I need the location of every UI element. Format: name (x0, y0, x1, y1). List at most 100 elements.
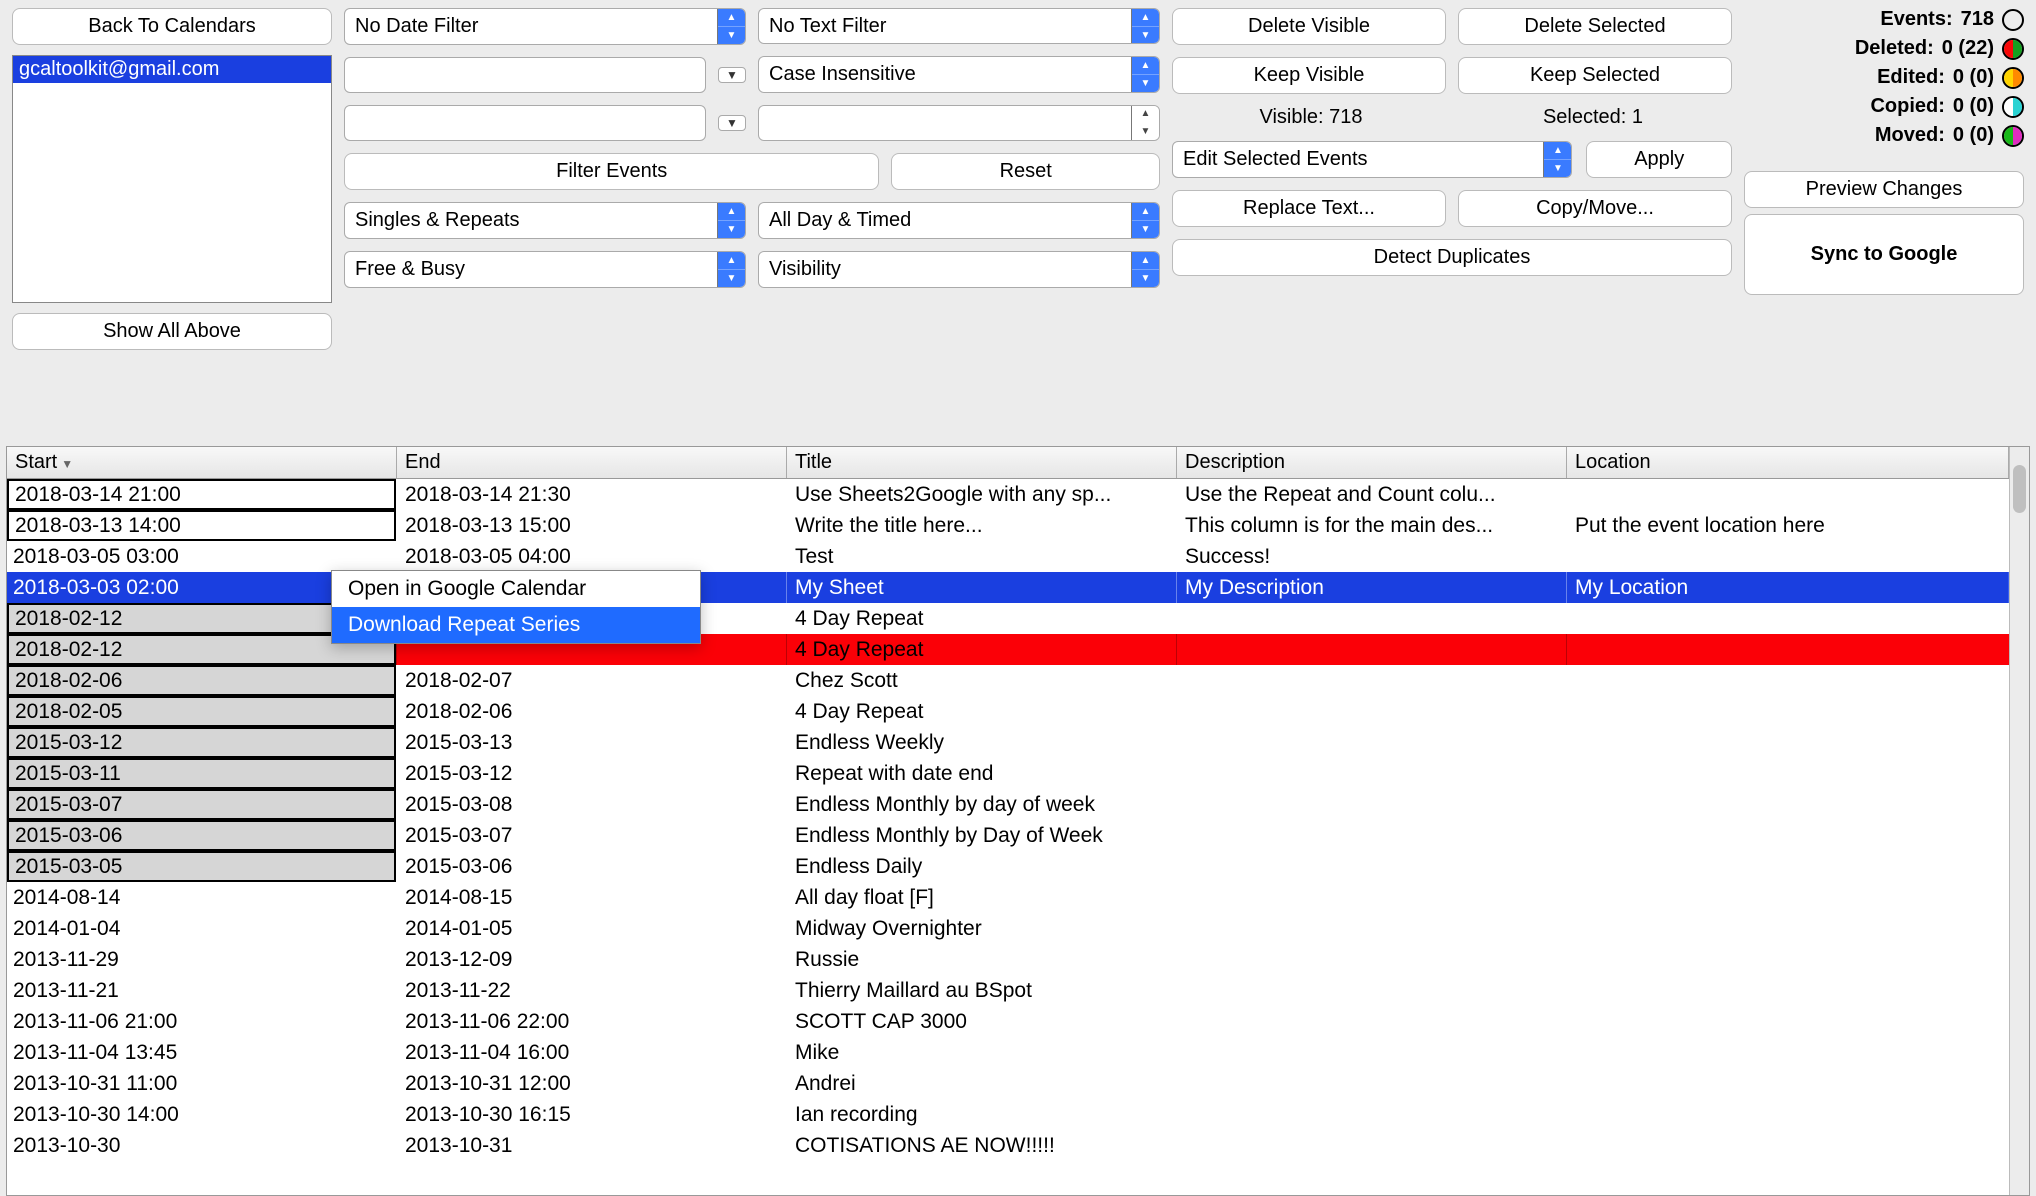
cell-start[interactable]: 2018-03-14 21:00 (7, 479, 397, 510)
cell-end[interactable]: 2018-03-05 04:00 (397, 541, 787, 572)
delete-visible-button[interactable]: Delete Visible (1172, 8, 1446, 45)
cell-description[interactable] (1177, 820, 1567, 851)
date-from-input[interactable] (344, 57, 706, 93)
cell-end[interactable]: 2015-03-07 (397, 820, 787, 851)
cell-title[interactable]: Andrei (787, 1068, 1177, 1099)
cell-location[interactable] (1567, 634, 2009, 665)
cell-location[interactable] (1567, 1099, 2009, 1130)
cell-start[interactable]: 2015-03-06 (7, 820, 397, 851)
cell-description[interactable] (1177, 851, 1567, 882)
cell-title[interactable]: Ian recording (787, 1099, 1177, 1130)
cell-start[interactable]: 2015-03-05 (7, 851, 397, 882)
table-row[interactable]: 2018-03-14 21:002018-03-14 21:30Use Shee… (7, 479, 2009, 510)
table-row[interactable]: 2014-08-142014-08-15All day float [F] (7, 882, 2009, 913)
cell-end[interactable]: 2018-02-06 (397, 696, 787, 727)
cell-title[interactable]: All day float [F] (787, 882, 1177, 913)
cell-title[interactable]: 4 Day Repeat (787, 603, 1177, 634)
cell-location[interactable] (1567, 541, 2009, 572)
cell-title[interactable]: 4 Day Repeat (787, 634, 1177, 665)
cell-location[interactable] (1567, 696, 2009, 727)
cell-start[interactable]: 2013-10-30 (7, 1130, 397, 1161)
table-row[interactable]: 2013-11-212013-11-22Thierry Maillard au … (7, 975, 2009, 1006)
cell-title[interactable]: Mike (787, 1037, 1177, 1068)
cell-location[interactable] (1567, 975, 2009, 1006)
table-row[interactable]: 2018-02-124 Day Repeat (7, 634, 2009, 665)
cell-title[interactable]: Chez Scott (787, 665, 1177, 696)
cell-title[interactable]: Endless Weekly (787, 727, 1177, 758)
cell-title[interactable]: Repeat with date end (787, 758, 1177, 789)
cell-location[interactable] (1567, 603, 2009, 634)
col-header-title[interactable]: Title (787, 447, 1177, 478)
cell-location[interactable] (1567, 479, 2009, 510)
cell-title[interactable]: Use Sheets2Google with any sp... (787, 479, 1177, 510)
back-to-calendars-button[interactable]: Back To Calendars (12, 8, 332, 45)
dropdown-arrow-icon[interactable]: ▲▼ (1131, 203, 1159, 238)
cell-start[interactable]: 2018-03-13 14:00 (7, 510, 397, 541)
cell-start[interactable]: 2013-11-21 (7, 975, 397, 1006)
cell-end[interactable]: 2014-01-05 (397, 913, 787, 944)
cell-end[interactable]: 2013-10-31 (397, 1130, 787, 1161)
table-row[interactable]: 2013-11-292013-12-09Russie (7, 944, 2009, 975)
dropdown-arrow-icon[interactable]: ▲▼ (1131, 9, 1159, 43)
table-row[interactable]: 2015-03-052015-03-06Endless Daily (7, 851, 2009, 882)
cell-title[interactable]: Test (787, 541, 1177, 572)
dropdown-arrow-icon[interactable]: ▲▼ (717, 252, 745, 287)
allday-timed-select[interactable]: All Day & Timed ▲▼ (758, 202, 1160, 239)
cell-description[interactable]: My Description (1177, 572, 1567, 603)
date-filter-select[interactable]: No Date Filter ▲▼ (344, 8, 746, 45)
cell-title[interactable]: Endless Monthly by Day of Week (787, 820, 1177, 851)
cell-start[interactable]: 2015-03-07 (7, 789, 397, 820)
cell-description[interactable] (1177, 1130, 1567, 1161)
cell-location[interactable] (1567, 1006, 2009, 1037)
cell-end[interactable]: 2013-10-30 16:15 (397, 1099, 787, 1130)
ctx-download-repeat-series[interactable]: Download Repeat Series (332, 607, 700, 643)
cell-location[interactable] (1567, 758, 2009, 789)
dropdown-arrow-icon[interactable]: ▼ (718, 115, 746, 131)
cell-end[interactable]: 2015-03-08 (397, 789, 787, 820)
cell-end[interactable]: 2015-03-12 (397, 758, 787, 789)
cell-start[interactable]: 2013-11-06 21:00 (7, 1006, 397, 1037)
col-header-start[interactable]: Start▼ (7, 447, 397, 478)
cell-description[interactable] (1177, 727, 1567, 758)
cell-description[interactable] (1177, 1006, 1567, 1037)
calendar-list-item[interactable]: gcaltoolkit@gmail.com (13, 56, 331, 83)
cell-location[interactable] (1567, 851, 2009, 882)
table-row[interactable]: 2015-03-122015-03-13Endless Weekly (7, 727, 2009, 758)
preview-changes-button[interactable]: Preview Changes (1744, 171, 2024, 208)
dropdown-arrow-icon[interactable]: ▲▼ (1131, 57, 1159, 91)
cell-end[interactable]: 2018-02-07 (397, 665, 787, 696)
filter-events-button[interactable]: Filter Events (344, 153, 879, 190)
col-header-description[interactable]: Description (1177, 447, 1567, 478)
cell-end[interactable]: 2013-11-22 (397, 975, 787, 1006)
table-row[interactable]: 2018-02-062018-02-07Chez Scott (7, 665, 2009, 696)
cell-start[interactable]: 2015-03-11 (7, 758, 397, 789)
table-row[interactable]: 2018-03-03 02:002018-03-03 03:00My Sheet… (7, 572, 2009, 603)
cell-start[interactable]: 2013-11-04 13:45 (7, 1037, 397, 1068)
table-row[interactable]: 2014-01-042014-01-05Midway Overnighter (7, 913, 2009, 944)
cell-title[interactable]: 4 Day Repeat (787, 696, 1177, 727)
sync-to-google-button[interactable]: Sync to Google (1744, 214, 2024, 295)
date-to-input[interactable] (344, 105, 706, 141)
cell-description[interactable]: Success! (1177, 541, 1567, 572)
cell-title[interactable]: Endless Daily (787, 851, 1177, 882)
cell-end[interactable]: 2013-11-04 16:00 (397, 1037, 787, 1068)
case-select[interactable]: Case Insensitive ▲▼ (758, 56, 1160, 92)
table-row[interactable]: 2013-11-06 21:002013-11-06 22:00SCOTT CA… (7, 1006, 2009, 1037)
delete-selected-button[interactable]: Delete Selected (1458, 8, 1732, 45)
cell-title[interactable]: Endless Monthly by day of week (787, 789, 1177, 820)
cell-location[interactable] (1567, 665, 2009, 696)
cell-title[interactable]: My Sheet (787, 572, 1177, 603)
table-row[interactable]: 2015-03-112015-03-12Repeat with date end (7, 758, 2009, 789)
cell-description[interactable] (1177, 665, 1567, 696)
keep-selected-button[interactable]: Keep Selected (1458, 57, 1732, 94)
cell-location[interactable] (1567, 820, 2009, 851)
table-row[interactable]: 2018-03-05 03:002018-03-05 04:00TestSucc… (7, 541, 2009, 572)
keep-visible-button[interactable]: Keep Visible (1172, 57, 1446, 94)
cell-description[interactable] (1177, 975, 1567, 1006)
cell-location[interactable] (1567, 944, 2009, 975)
col-header-end[interactable]: End (397, 447, 787, 478)
cell-end[interactable]: 2018-03-13 15:00 (397, 510, 787, 541)
context-menu[interactable]: Open in Google Calendar Download Repeat … (331, 570, 701, 644)
calendar-listbox[interactable]: gcaltoolkit@gmail.com (12, 55, 332, 303)
cell-description[interactable] (1177, 789, 1567, 820)
